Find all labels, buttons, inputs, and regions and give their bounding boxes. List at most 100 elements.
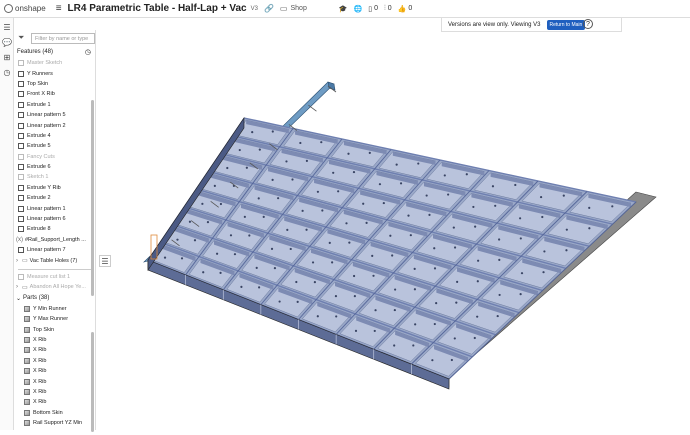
parts-list-scrollbar[interactable] [91,332,94,432]
variables-icon[interactable]: ⊞ [2,53,12,63]
part-item[interactable]: X Rib [14,376,95,386]
part-icon [24,326,30,333]
extrude-icon [18,184,24,191]
vac-hole [498,293,501,297]
sketch-icon [18,60,24,67]
feature-folder[interactable]: › ▭ Abandon All Hope Ye... [14,282,95,292]
vac-hole [374,309,377,312]
graphics-viewport[interactable] [96,30,690,430]
feature-list-icon[interactable]: ☰ [2,23,12,33]
feature-item[interactable]: Linear pattern 6 [14,214,95,224]
feature-item[interactable]: Linear pattern 2 [14,120,95,130]
feature-label: Top Skin [27,80,49,87]
feature-item[interactable]: Sketch 1 [14,172,95,182]
vac-hole [541,215,544,219]
vac-hole [273,267,277,270]
help-icon[interactable]: ? [583,19,593,29]
rollback-bar[interactable] [18,268,91,270]
feature-item[interactable]: Y Runners [14,68,95,78]
vac-hole [425,194,428,197]
chevron-right-icon[interactable]: › [16,284,18,291]
chevron-right-icon[interactable]: › [16,257,18,264]
vac-hole [514,183,517,187]
part-label: X Rib [33,368,47,375]
feature-label: Vac Table Holes (7) [29,257,78,264]
history-icon[interactable]: ◷ [2,68,12,78]
link-icon[interactable]: 🔗 [264,4,274,13]
comments-icon[interactable]: 💬 [2,38,12,48]
list-view-icon[interactable]: ☰ [99,255,111,267]
onshape-logo[interactable]: onshape [4,4,46,13]
feature-item[interactable]: Fancy Cuts [14,152,95,162]
vac-hole [412,344,415,347]
part-item[interactable]: X Rib [14,387,95,397]
extrude-icon [18,195,24,202]
features-header[interactable]: Features (48) ◷ [14,46,95,58]
vac-hole [453,246,457,249]
sketch-icon [18,174,24,181]
feature-item[interactable]: Extrude 1 [14,100,95,110]
feature-item[interactable]: Extrude Y Rib [14,183,95,193]
feature-icon [18,70,24,77]
filter-icon[interactable]: ⏷ [18,33,28,43]
feature-item[interactable]: Extrude 4 [14,131,95,141]
vac-hole [321,209,324,212]
part-icon [24,316,30,323]
feature-label: Front X Rib [27,91,55,98]
chevron-down-icon[interactable]: ⌄ [16,295,21,302]
vac-hole [299,141,302,145]
part-item[interactable]: X Rib [14,356,95,366]
return-to-main-button[interactable]: Return to Main [546,19,586,30]
part-item[interactable]: Bottom Skin [14,408,95,418]
vac-hole [409,234,412,237]
pattern-icon [18,122,24,129]
feature-folder[interactable]: › ▭ Vac Table Holes (7) [14,255,95,265]
feature-item[interactable]: Linear pattern 5 [14,110,95,120]
feature-item[interactable]: Extrude 5 [14,141,95,151]
feature-item[interactable]: Top Skin [14,79,95,89]
like-icon[interactable]: 👍 [398,5,407,13]
feature-list-scrollbar[interactable] [91,100,94,296]
vac-hole [270,247,274,250]
part-item[interactable]: X Rib [14,345,95,355]
onshape-logo-icon [4,4,13,13]
part-item[interactable]: X Rib [14,366,95,376]
part-icon [24,357,30,364]
part-item[interactable]: X Rib [14,335,95,345]
feature-item[interactable]: Extrude 6 [14,162,95,172]
vac-hole [313,281,316,284]
part-item[interactable]: Y Max Runner [14,314,95,324]
graduation-cap-icon[interactable]: 🎓 [339,5,348,13]
vac-hole [465,173,468,176]
part-item[interactable]: X Rib [14,397,95,407]
part-item[interactable]: Rail Support YZ Min [14,418,95,428]
filter-input[interactable]: Filter by name or type [31,32,95,44]
menu-icon[interactable]: ≡ [56,3,62,14]
folder-link[interactable]: Shop [290,5,306,12]
document-title[interactable]: LR4 Parametric Table - Half-Lap + Vac [68,3,247,14]
vac-hole [188,220,192,223]
part-item[interactable]: Top Skin [14,324,95,334]
feature-item[interactable]: Extrude 8 [14,224,95,234]
vac-hole [477,259,480,262]
feature-item[interactable]: Master Sketch [14,58,95,68]
part-item[interactable]: Y Min Runner [14,304,95,314]
feature-item[interactable]: Linear pattern 7 [14,245,95,255]
vac-hole [588,206,591,210]
part-icon [24,420,30,427]
vac-hole [519,293,522,296]
feature-item[interactable]: Extrude 2 [14,193,95,203]
vac-hole [453,337,456,340]
feature-item[interactable]: (x) #Rail_Support_Length ... [14,235,95,245]
globe-icon[interactable]: 🌐 [354,5,363,13]
part-icon [24,368,30,375]
rollback-clock-icon[interactable]: ◷ [85,48,91,56]
parts-header[interactable]: ⌄ Parts (38) [14,293,95,304]
pattern-icon [18,216,24,223]
feature-item[interactable]: Measure cut list 1 [14,272,95,282]
feature-item[interactable]: Front X Rib [14,89,95,99]
feature-item[interactable]: Linear pattern 1 [14,203,95,213]
vac-hole [395,163,398,166]
vac-hole [391,254,394,257]
vac-hole [498,258,501,261]
